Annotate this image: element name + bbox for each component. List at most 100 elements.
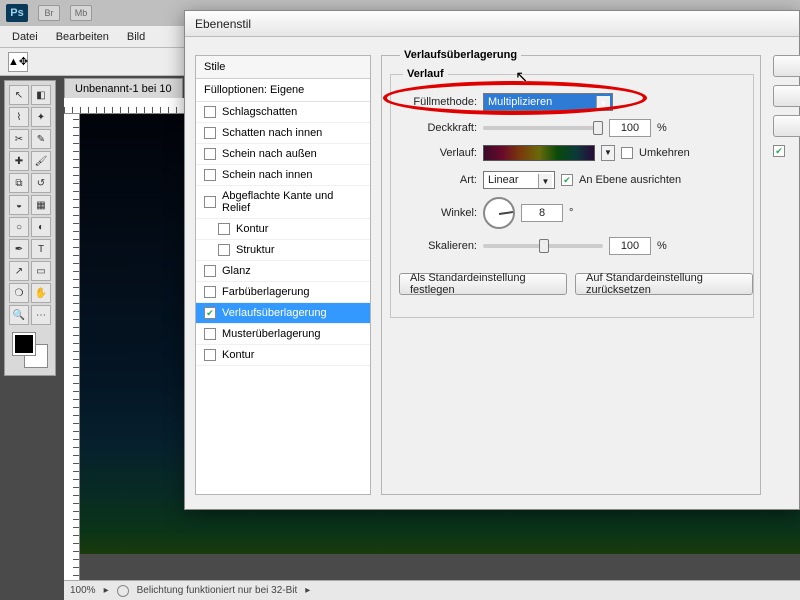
lasso-tool[interactable]: ⌇ [9, 107, 29, 127]
style-item-11[interactable]: Kontur [196, 345, 370, 366]
preview-checkbox[interactable] [773, 145, 785, 157]
blend-mode-dropdown[interactable]: Multiplizieren▼ [483, 93, 613, 111]
minibridge-badge[interactable]: Mb [70, 5, 92, 21]
style-label: Kontur [236, 223, 268, 235]
style-checkbox[interactable] [204, 286, 216, 298]
move-tool[interactable]: ↖ [9, 85, 29, 105]
chevron-down-icon: ▼ [538, 174, 552, 188]
style-item-7[interactable]: Glanz [196, 261, 370, 282]
dialog-button-2[interactable]: A [773, 85, 800, 107]
dialog-button-1[interactable] [773, 55, 800, 77]
style-label: Schatten nach innen [222, 127, 322, 139]
align-label: An Ebene ausrichten [579, 174, 681, 186]
dialog-title: Ebenenstil [185, 11, 799, 37]
gradient-label: Verlauf: [397, 147, 477, 159]
styles-header[interactable]: Stile [196, 56, 370, 79]
eyedropper-tool[interactable]: ✎ [31, 129, 51, 149]
3d-tool[interactable]: ❍ [9, 283, 29, 303]
blur-tool[interactable]: ○ [9, 217, 29, 237]
angle-label: Winkel: [397, 207, 477, 219]
bridge-badge[interactable]: Br [38, 5, 60, 21]
fg-color-swatch[interactable] [13, 333, 35, 355]
angle-dial[interactable] [483, 197, 515, 229]
status-bar: 100% ▸ Belichtung funktioniert nur bei 3… [64, 580, 800, 600]
pen-tool[interactable]: ✒ [9, 239, 29, 259]
type-tool[interactable]: T [31, 239, 51, 259]
stamp-tool[interactable]: ⧉ [9, 173, 29, 193]
style-item-5[interactable]: Kontur [196, 219, 370, 240]
style-item-0[interactable]: Schlagschatten [196, 102, 370, 123]
style-label: Kontur [222, 349, 254, 361]
scale-label: Skalieren: [397, 240, 477, 252]
style-label: Schlagschatten [222, 106, 297, 118]
document-tab[interactable]: Unbenannt-1 bei 10 [64, 78, 183, 98]
chevron-down-icon: ▼ [596, 96, 610, 110]
angle-value[interactable]: 8 [521, 204, 563, 222]
style-checkbox[interactable] [204, 106, 216, 118]
reverse-label: Umkehren [639, 147, 690, 159]
gradient-style-dropdown[interactable]: Linear▼ [483, 171, 555, 189]
extra-tool[interactable]: ⋯ [31, 305, 51, 325]
style-checkbox[interactable] [204, 127, 216, 139]
style-checkbox[interactable] [204, 328, 216, 340]
heal-tool[interactable]: ✚ [9, 151, 29, 171]
style-checkbox[interactable] [204, 265, 216, 277]
menu-file[interactable]: Datei [12, 31, 38, 43]
history-brush-tool[interactable]: ↺ [31, 173, 51, 193]
opacity-unit: % [657, 122, 667, 134]
style-item-2[interactable]: Schein nach außen [196, 144, 370, 165]
align-checkbox[interactable] [561, 174, 573, 186]
style-item-6[interactable]: Struktur [196, 240, 370, 261]
layer-style-dialog: Ebenenstil Stile Fülloptionen: Eigene Sc… [184, 10, 800, 510]
scale-slider[interactable] [483, 244, 603, 248]
menu-edit[interactable]: Bearbeiten [56, 31, 109, 43]
path-tool[interactable]: ↗ [9, 261, 29, 281]
brush-tool[interactable]: 🖌 [31, 151, 51, 171]
opacity-slider[interactable] [483, 126, 603, 130]
crop-tool[interactable]: ✂ [9, 129, 29, 149]
fieldset-title: Verlauf [403, 68, 448, 80]
style-checkbox[interactable] [204, 169, 216, 181]
toolbox: ↖ ◧ ⌇ ✦ ✂ ✎ ✚ 🖌 ⧉ ↺ ◒ ▦ ○ ◐ ✒ T ↗ ▭ ❍ ✋ … [4, 80, 56, 376]
style-checkbox[interactable] [204, 349, 216, 361]
move-tool-icon[interactable]: ▲✥ [8, 52, 28, 72]
dialog-button-3[interactable]: N [773, 115, 800, 137]
zoom-level[interactable]: 100% [70, 585, 96, 596]
style-label: Abgeflachte Kante und Relief [222, 190, 362, 214]
shape-tool[interactable]: ▭ [31, 261, 51, 281]
reverse-checkbox[interactable] [621, 147, 633, 159]
style-item-9[interactable]: Verlaufsüberlagerung [196, 303, 370, 324]
style-checkbox[interactable] [218, 223, 230, 235]
style-item-8[interactable]: Farbüberlagerung [196, 282, 370, 303]
style-item-10[interactable]: Musterüberlagerung [196, 324, 370, 345]
gradient-tool[interactable]: ▦ [31, 195, 51, 215]
scale-value[interactable]: 100 [609, 237, 651, 255]
style-checkbox[interactable] [204, 148, 216, 160]
eraser-tool[interactable]: ◒ [9, 195, 29, 215]
zoom-tool[interactable]: 🔍 [9, 305, 29, 325]
style-item-1[interactable]: Schatten nach innen [196, 123, 370, 144]
style-label: Musterüberlagerung [222, 328, 320, 340]
menu-image[interactable]: Bild [127, 31, 145, 43]
status-message: Belichtung funktioniert nur bei 32-Bit [137, 585, 298, 596]
gradient-dropdown-arrow[interactable]: ▼ [601, 145, 615, 161]
marquee-tool[interactable]: ◧ [31, 85, 51, 105]
style-checkbox[interactable] [204, 196, 216, 208]
angle-unit: ° [569, 207, 573, 219]
style-item-3[interactable]: Schein nach innen [196, 165, 370, 186]
style-checkbox[interactable] [218, 244, 230, 256]
style-item-4[interactable]: Abgeflachte Kante und Relief [196, 186, 370, 219]
wand-tool[interactable]: ✦ [31, 107, 51, 127]
scale-unit: % [657, 240, 667, 252]
reset-default-button[interactable]: Auf Standardeinstellung zurücksetzen [575, 273, 753, 295]
fill-options[interactable]: Fülloptionen: Eigene [196, 79, 370, 102]
style-label: Verlaufsüberlagerung [222, 307, 327, 319]
opacity-value[interactable]: 100 [609, 119, 651, 137]
dodge-tool[interactable]: ◐ [31, 217, 51, 237]
make-default-button[interactable]: Als Standardeinstellung festlegen [399, 273, 567, 295]
style-label: Struktur [236, 244, 275, 256]
style-checkbox[interactable] [204, 307, 216, 319]
gradient-preview[interactable] [483, 145, 595, 161]
hand-tool[interactable]: ✋ [31, 283, 51, 303]
color-swatches[interactable] [9, 331, 51, 371]
